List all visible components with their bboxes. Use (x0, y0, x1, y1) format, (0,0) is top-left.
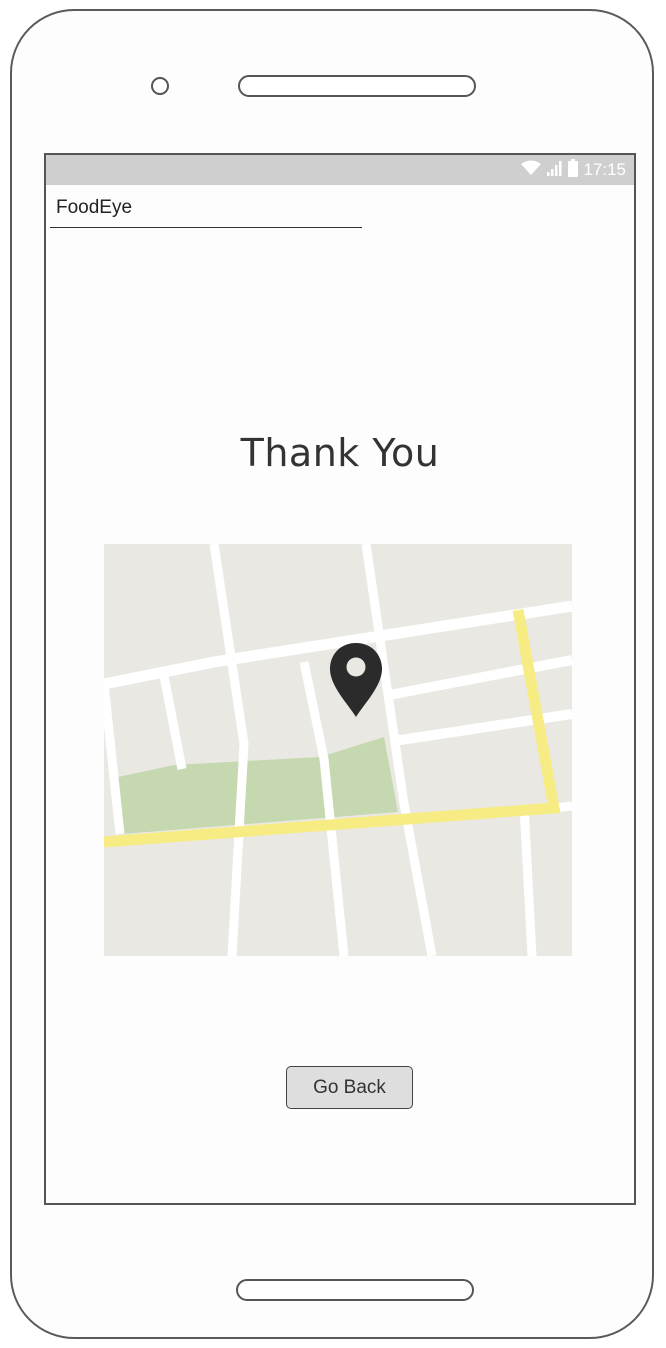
status-time: 17:15 (583, 160, 626, 179)
map-view[interactable] (104, 544, 572, 956)
front-camera (151, 77, 169, 95)
status-bar: 17:15 (46, 155, 634, 185)
page-heading: Thank You (240, 431, 440, 475)
title-divider (50, 227, 362, 228)
status-icons: 17:15 (520, 158, 626, 182)
battery-icon (568, 159, 579, 181)
app-title: FoodEye (56, 197, 133, 218)
wifi-icon (520, 160, 542, 180)
phone-screen: 17:15 FoodEye Thank You Go Back (44, 153, 636, 1205)
signal-icon (547, 160, 563, 180)
earpiece-speaker (238, 75, 476, 97)
go-back-button[interactable]: Go Back (286, 1066, 413, 1109)
bottom-speaker (236, 1279, 474, 1301)
